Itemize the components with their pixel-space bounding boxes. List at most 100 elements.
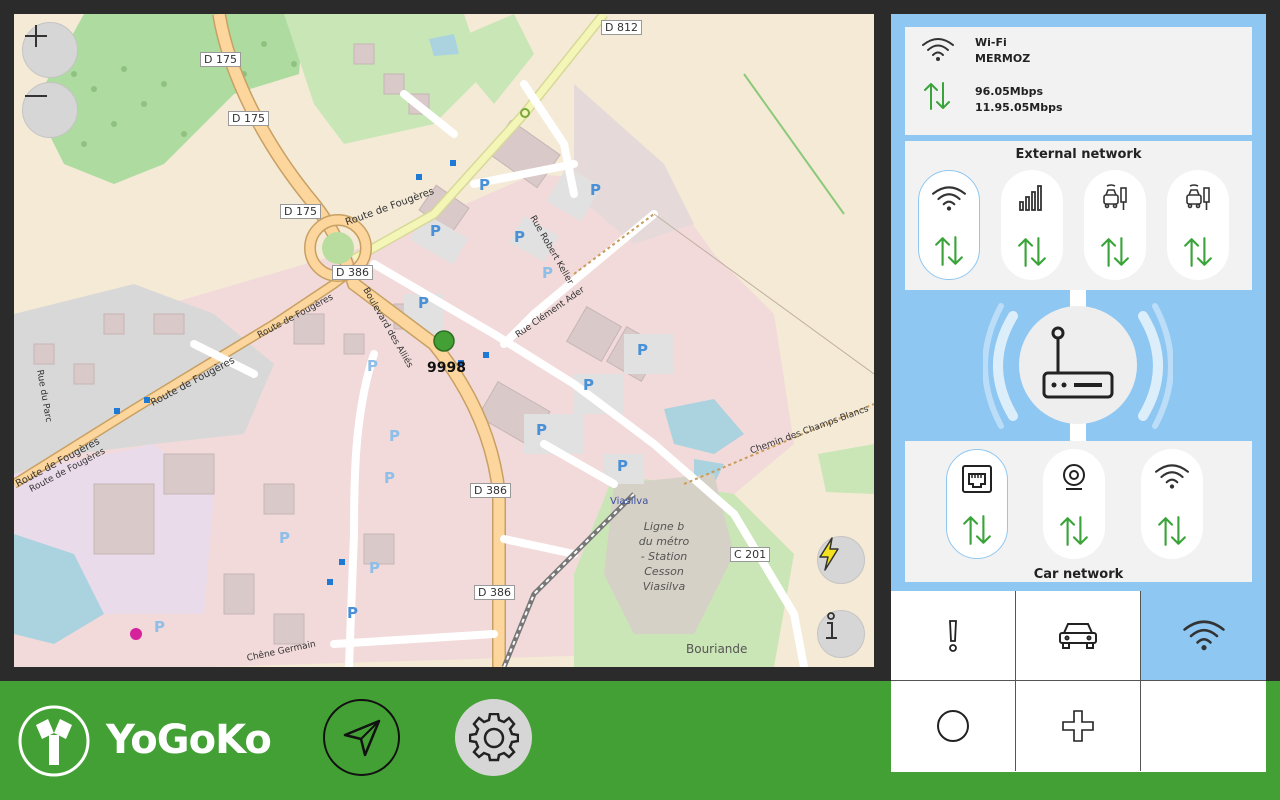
parking-label: P [542, 264, 553, 282]
zoom-in-button[interactable] [22, 22, 78, 78]
yogoko-logo-icon [18, 705, 90, 777]
car-network-title: Car network [1033, 567, 1124, 582]
bottom-bar-right [891, 772, 1280, 800]
ext-network-v2x-a[interactable] [1084, 170, 1146, 280]
parking-label: P [430, 222, 441, 240]
road-shield: D 812 [601, 20, 642, 35]
car-icon [1059, 622, 1097, 649]
metro-label-line: Ligne b [643, 520, 685, 533]
up-down-arrows-icon [1184, 237, 1212, 267]
settings-button[interactable] [455, 699, 532, 776]
metro-label-line: du métro [638, 535, 690, 548]
plus-icon [1062, 710, 1094, 742]
metro-label-line: - Station [640, 550, 688, 563]
wifi-icon [1155, 464, 1189, 489]
parking-label: P [479, 176, 490, 194]
up-down-arrows-icon [1158, 516, 1186, 546]
right-edge [1266, 681, 1280, 800]
up-down-arrows-icon [924, 82, 950, 110]
parking-label: P [514, 228, 525, 246]
car-network-wifi[interactable] [1141, 449, 1203, 559]
up-down-arrows-icon [1018, 237, 1046, 267]
circle-icon [937, 710, 969, 742]
zoom-out-button[interactable] [22, 82, 78, 138]
locality-label: Bouriande [686, 642, 748, 656]
webcam-icon [1063, 464, 1085, 490]
parking-label: P [367, 357, 378, 375]
wifi-icon [932, 186, 966, 211]
nav-grid [891, 591, 1266, 772]
power-button[interactable] [817, 536, 865, 584]
alert-icon [949, 619, 957, 652]
external-network-card: External network [905, 141, 1252, 290]
empty-tab [1141, 681, 1266, 771]
up-down-arrows-icon [935, 236, 963, 266]
parking-label: P [637, 341, 648, 359]
road-shield: D 175 [280, 204, 321, 219]
gear-icon [468, 712, 519, 761]
ext-network-v2x-b[interactable] [1167, 170, 1229, 280]
vehicle-to-infrastructure-icon [1186, 184, 1210, 210]
car-network-ethernet[interactable] [946, 449, 1008, 559]
station-label: Viasilva [610, 496, 649, 507]
map-view[interactable]: P P P P P P P P P P P P P P P P P D 175 … [14, 14, 874, 667]
parking-label: P [583, 376, 594, 394]
parking-label: P [154, 618, 165, 636]
vehicle-tab[interactable] [1016, 591, 1141, 681]
car-network-camera[interactable] [1043, 449, 1105, 559]
ext-network-wifi[interactable] [918, 170, 980, 280]
wifi-info-card: Wi-Fi MERMOZ 96.05Mbps 11.95.05Mbps [905, 27, 1252, 135]
ethernet-icon [962, 465, 992, 493]
parking-label: P [418, 294, 429, 312]
upload-speed: 11.95.05Mbps [975, 101, 1063, 114]
ext-network-cellular[interactable] [1001, 170, 1063, 280]
parking-label: P [279, 529, 290, 547]
add-tab[interactable] [1016, 681, 1141, 771]
up-down-arrows-icon [1101, 237, 1129, 267]
parking-label: P [590, 181, 601, 199]
road-shield: D 386 [470, 483, 511, 498]
download-speed: 96.05Mbps [975, 85, 1044, 98]
navigate-button[interactable] [323, 699, 400, 776]
network-type-label: Wi-Fi [975, 36, 1007, 49]
brand-name: YoGoKo [106, 717, 272, 763]
plus-icon [25, 25, 47, 47]
info-icon [826, 612, 837, 639]
lightning-icon [819, 537, 839, 571]
wifi-icon [922, 38, 954, 61]
car-network-card: Car network [905, 441, 1252, 582]
metro-area-label: Ligne b du métro - Station Cesson Viasil… [624, 519, 704, 594]
parking-label: P [389, 427, 400, 445]
vehicle-to-infrastructure-icon [1103, 184, 1127, 210]
parking-label: P [369, 559, 380, 577]
router-icon [1042, 326, 1114, 399]
parking-label: P [384, 469, 395, 487]
vehicle-id-label: 9998 [427, 360, 466, 376]
info-button[interactable] [817, 610, 865, 658]
up-down-arrows-icon [963, 515, 991, 545]
minus-icon [25, 95, 47, 97]
bottom-bar: YoGoKo [0, 681, 891, 800]
road-shield: D 175 [200, 52, 241, 67]
cellular-signal-icon [1019, 185, 1042, 211]
navigation-arrow-icon [343, 719, 380, 756]
road-shield: D 175 [228, 111, 269, 126]
up-down-arrows-icon [1060, 516, 1088, 546]
road-shield: C 201 [730, 547, 771, 562]
parking-label: P [617, 457, 628, 475]
external-network-title: External network [1015, 147, 1142, 162]
road-shield: D 386 [474, 585, 515, 600]
map-canvas [14, 14, 874, 667]
parking-label: P [347, 604, 358, 622]
ssid-label: MERMOZ [975, 52, 1031, 65]
parking-label: P [536, 421, 547, 439]
circle-tab[interactable] [891, 681, 1016, 771]
network-panel: Wi-Fi MERMOZ 96.05Mbps 11.95.05Mbps Exte… [891, 14, 1266, 591]
metro-label-line: Cesson [644, 565, 684, 578]
road-shield: D 386 [332, 265, 373, 280]
router-hub[interactable] [1019, 306, 1137, 424]
alerts-tab[interactable] [891, 591, 1016, 681]
wifi-icon [1182, 619, 1225, 650]
metro-label-line: Viasilva [642, 580, 686, 593]
network-tab[interactable] [1141, 591, 1266, 681]
